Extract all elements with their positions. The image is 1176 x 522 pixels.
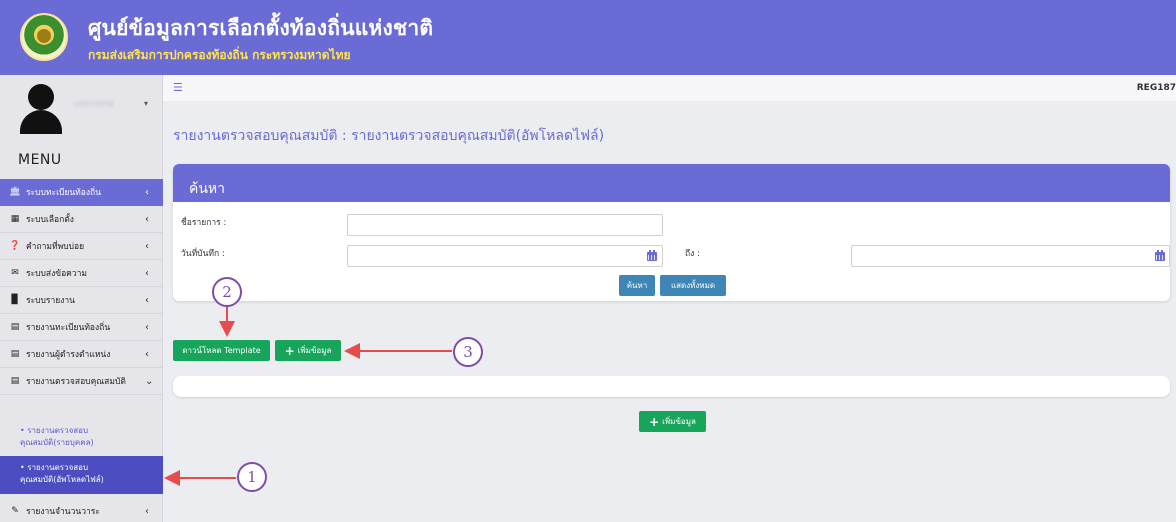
chevron-left-icon: ‹ [145,321,149,333]
file-text-icon: ▤ [10,349,20,359]
date-from-input[interactable] [347,245,663,267]
calendar-icon[interactable] [1155,250,1165,261]
sidebar-subitem-individual[interactable]: • รายงานตรวจสอบ คุณสมบัติ(รายบุคคล) [0,421,163,453]
file-text-icon: ▤ [10,376,20,386]
results-panel [173,376,1170,397]
site-title: ศูนย์ข้อมูลการเลือกตั้งท้องถิ่นแห่งชาติ [88,16,434,40]
user-caret-icon[interactable]: ▾ [144,99,148,108]
sidebar-item-messaging[interactable]: ✉ ระบบส่งข้อความ ‹ [0,260,163,287]
site-header: ศูนย์ข้อมูลการเลือกตั้งท้องถิ่นแห่งชาติ … [0,0,1176,75]
user-code: REG187 [1136,83,1176,93]
calendar-icon[interactable] [647,250,657,261]
search-heading: ค้นหา [173,164,1170,202]
sidebar-item-qualification-report[interactable]: ▤ รายงานตรวจสอบคุณสมบัติ ⌄ [0,368,163,395]
sidebar-subitem-upload[interactable]: • รายงานตรวจสอบ คุณสมบัติ(อัพโหลดไฟล์) [0,456,163,494]
chevron-down-icon: ⌄ [145,375,154,387]
edit-icon: ✎ [11,506,19,516]
calendar-icon: ▦ [10,214,20,224]
site-subtitle: กรมส่งเสริมการปกครองท้องถิ่น กระทรวงมหาด… [88,48,351,62]
avatar [16,82,66,134]
plus-icon: + [649,414,660,429]
search-button[interactable]: ค้นหา [619,275,655,296]
to-label: ถึง : [685,249,700,259]
institution-icon: 🏛 [9,187,21,197]
main-content: ☰ REG187 รายงานตรวจสอบคุณสมบัติ : รายงาน… [163,75,1176,522]
name-label: ชื่อรายการ : [181,218,227,228]
chevron-left-icon: ‹ [145,186,149,198]
add-data-button[interactable]: + เพิ่มข้อมูล [275,340,341,361]
user-name: username [74,99,114,108]
date-to-input[interactable] [851,245,1170,267]
chevron-left-icon: ‹ [145,294,149,306]
chevron-left-icon: ‹ [145,505,149,517]
ministry-logo [20,13,68,61]
content-topbar: ☰ REG187 [163,75,1176,101]
sidebar-item-officeholder-report[interactable]: ▤ รายงานผู้ดำรงตำแหน่ง ‹ [0,341,163,368]
plus-icon: + [284,343,295,358]
chevron-left-icon: ‹ [145,240,149,252]
annotation-1: 1 [237,462,267,492]
sidebar-item-local-registry[interactable]: 🏛 ระบบทะเบียนท้องถิ่น ‹ [0,179,163,206]
file-text-icon: ▤ [10,322,20,332]
sidebar-item-faq[interactable]: ❓ คำถามที่พบบ่อย ‹ [0,233,163,260]
envelope-icon: ✉ [11,268,19,278]
chevron-left-icon: ‹ [145,213,149,225]
question-icon: ❓ [9,241,21,251]
hamburger-icon[interactable]: ☰ [173,81,183,94]
sidebar-item-registry-report[interactable]: ▤ รายงานทะเบียนท้องถิ่น ‹ [0,314,163,341]
chevron-left-icon: ‹ [145,348,149,360]
sidebar-item-reports[interactable]: ▉ ระบบรายงาน ‹ [0,287,163,314]
add-data-bottom-button[interactable]: + เพิ่มข้อมูล [639,411,706,432]
menu-title: MENU [18,152,62,168]
user-profile[interactable]: username ▾ [0,75,162,135]
sidebar-item-term-report[interactable]: ✎ รายงานจำนวนวาระ ‹ [0,498,163,522]
file-icon: ▉ [11,295,19,305]
annotation-2: 2 [212,277,242,307]
show-all-button[interactable]: แสดงทั้งหมด [660,275,726,296]
name-input[interactable] [347,214,663,236]
date-label: วันที่บันทึก : [181,249,225,259]
sidebar-item-election[interactable]: ▦ ระบบเลือกตั้ง ‹ [0,206,163,233]
download-template-button[interactable]: ดาวน์โหลด Template [173,340,270,361]
search-panel: ค้นหา ชื่อรายการ : วันที่บันทึก : ถึง : … [173,164,1170,301]
annotation-3: 3 [453,337,483,367]
sidebar: username ▾ MENU 🏛 ระบบทะเบียนท้องถิ่น ‹ … [0,75,163,522]
page-title: รายงานตรวจสอบคุณสมบัติ : รายงานตรวจสอบคุ… [173,128,605,144]
chevron-left-icon: ‹ [145,267,149,279]
